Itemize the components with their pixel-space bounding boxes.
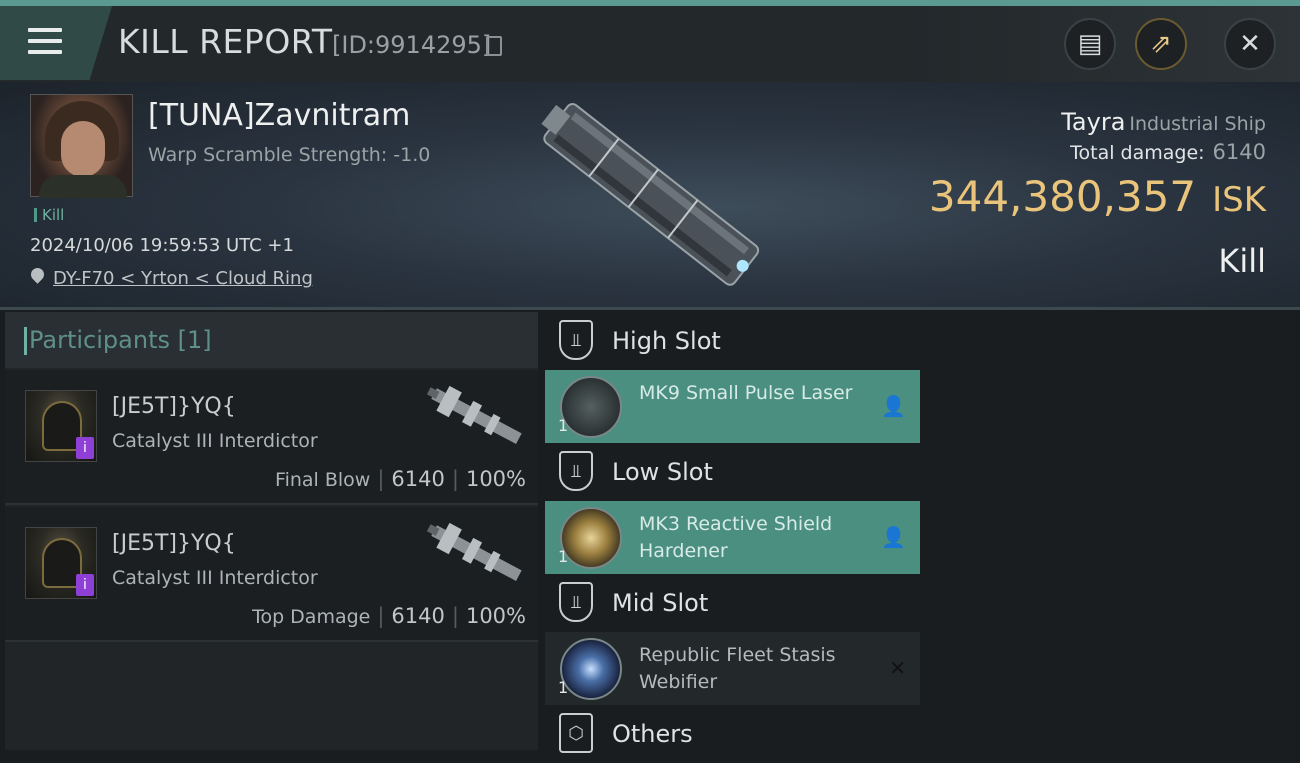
module-item[interactable]: 1 MK3 Reactive Shield Hardener 👤 [545, 501, 920, 574]
participant-name: [JE5T]}YQ{ [112, 531, 236, 556]
mid-slot-icon: ⫫ [559, 582, 593, 622]
isk-value: 344,380,357 ISK [929, 172, 1266, 221]
participant-role: Final Blow [275, 469, 371, 491]
pulse-laser-icon [560, 376, 622, 438]
share-icon: ⇗ [1150, 29, 1172, 59]
ship-name: Tayra [1061, 108, 1126, 136]
low-slot-header: ⫫ Low Slot [545, 443, 920, 501]
clipboard-button[interactable]: ▤ [1064, 18, 1116, 70]
copy-icon[interactable] [486, 36, 502, 56]
clipboard-icon: ▤ [1077, 29, 1103, 59]
high-slot-header: ⫫ High Slot [545, 312, 920, 370]
high-slot-title: High Slot [612, 327, 721, 355]
high-slot-icon: ⫫ [559, 320, 593, 360]
victim-banner: [TUNA]Zavnitram Warp Scramble Strength: … [0, 82, 1300, 310]
module-name: MK9 Small Pulse Laser [639, 382, 853, 404]
report-id: [ID:9914295] [332, 31, 492, 59]
victim-ship-image[interactable] [520, 90, 780, 302]
shield-hardener-icon [560, 507, 622, 569]
participant-damage: 6140 [391, 604, 445, 628]
participant-badge: i [76, 437, 94, 459]
others-title: Others [612, 720, 693, 748]
participant-percent: 100% [465, 467, 526, 491]
participants-panel: Participants [1] i [JE5T]}YQ{ Catalyst I… [5, 312, 538, 750]
victim-name: [TUNA]Zavnitram [148, 98, 411, 133]
isk-unit: ISK [1212, 180, 1266, 220]
mid-slot-header: ⫫ Mid Slot [545, 574, 920, 632]
participant-row[interactable]: i [JE5T]}YQ{ Catalyst III Interdictor Fi… [5, 370, 538, 505]
participant-avatar: i [25, 390, 97, 462]
participant-ship: Catalyst III Interdictor [112, 430, 318, 452]
victim-ship: Tayra Industrial Ship [1061, 108, 1266, 136]
kill-tag: Kill [34, 206, 64, 224]
total-damage: Total damage: 6140 [1070, 140, 1266, 164]
module-item[interactable]: 1 Republic Fleet Stasis Webifier ✕ [545, 632, 920, 705]
empty-area [920, 312, 1300, 750]
participant-avatar: i [25, 527, 97, 599]
participant-ship: Catalyst III Interdictor [112, 567, 318, 589]
participant-percent: 100% [465, 604, 526, 628]
participant-damage: 6140 [391, 467, 445, 491]
module-item[interactable]: 1 MK9 Small Pulse Laser 👤 [545, 370, 920, 443]
stasis-webifier-icon [560, 638, 622, 700]
participant-stats: Top Damage | 6140 | 100% [252, 604, 526, 628]
victim-portrait[interactable] [30, 94, 133, 198]
destroyed-x-icon: ✕ [889, 656, 906, 680]
fitting-slots: ⫫ High Slot 1 MK9 Small Pulse Laser 👤 ⫫ … [545, 312, 920, 753]
total-damage-label: Total damage: [1070, 142, 1205, 164]
ship-class: Industrial Ship [1129, 113, 1266, 135]
participant-ship-icon [426, 522, 522, 581]
isk-amount: 344,380,357 [928, 172, 1197, 221]
cube-icon: ⬡ [559, 713, 593, 753]
dropped-person-icon: 👤 [881, 525, 906, 549]
mid-slot-title: Mid Slot [612, 589, 709, 617]
module-qty: 1 [558, 547, 569, 566]
kill-location-link[interactable]: DY-F70 < Yrton < Cloud Ring [53, 268, 313, 289]
location-pin-icon [28, 265, 47, 284]
kill-timestamp: 2024/10/06 19:59:53 UTC +1 [30, 235, 294, 256]
module-qty: 1 [558, 416, 569, 435]
participant-role: Top Damage [252, 606, 371, 628]
participant-stats: Final Blow | 6140 | 100% [275, 467, 526, 491]
low-slot-title: Low Slot [612, 458, 713, 486]
participant-name: [JE5T]}YQ{ [112, 394, 236, 419]
participants-header[interactable]: Participants [1] [5, 312, 538, 368]
participants-title: Participants [1] [24, 326, 212, 355]
share-button[interactable]: ⇗ [1135, 18, 1187, 70]
participant-ship-icon [426, 385, 522, 444]
module-name: MK3 Reactive Shield Hardener [639, 513, 833, 562]
hamburger-icon [28, 28, 62, 58]
module-qty: 1 [558, 678, 569, 697]
others-header: ⬡ Others [545, 705, 920, 763]
total-damage-value: 6140 [1212, 140, 1266, 164]
low-slot-icon: ⫫ [559, 451, 593, 491]
participant-badge: i [76, 574, 94, 596]
warp-scramble-strength: Warp Scramble Strength: -1.0 [148, 144, 431, 166]
page-title: KILL REPORT [118, 22, 333, 61]
close-icon: ✕ [1239, 29, 1261, 59]
dropped-person-icon: 👤 [881, 394, 906, 418]
module-name: Republic Fleet Stasis Webifier [639, 644, 836, 693]
participant-row[interactable]: i [JE5T]}YQ{ Catalyst III Interdictor To… [5, 507, 538, 642]
close-button[interactable]: ✕ [1224, 18, 1276, 70]
kill-result: Kill [1218, 242, 1266, 280]
